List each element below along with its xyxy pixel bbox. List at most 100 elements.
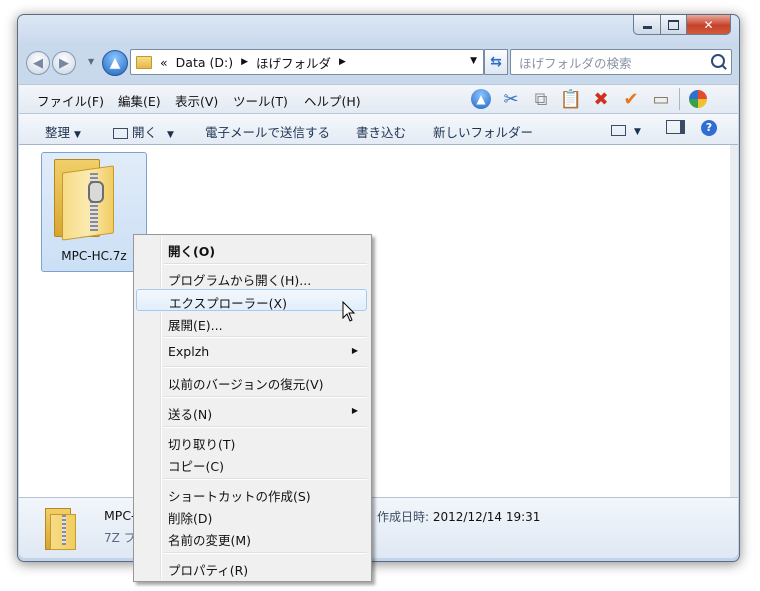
search-placeholder: ほげフォルダの検索 bbox=[519, 55, 632, 71]
chevron-right-icon[interactable]: ▶ bbox=[241, 57, 248, 67]
menu-item-label: Explzh bbox=[168, 344, 210, 359]
menu-item-open-with[interactable]: プログラムから開く(H)... bbox=[136, 267, 367, 289]
copy-icon[interactable]: ⧉ bbox=[529, 87, 553, 111]
minimize-icon bbox=[642, 26, 652, 29]
details-file-name: MPC- bbox=[104, 508, 136, 523]
organize-label: 整理 bbox=[45, 125, 71, 140]
menu-item-cut[interactable]: 切り取り(T) bbox=[136, 431, 367, 453]
created-value: 2012/12/14 19:31 bbox=[432, 510, 541, 524]
up-button[interactable]: ▲ bbox=[102, 50, 128, 76]
menu-item-open[interactable]: 開く(O) bbox=[136, 238, 367, 260]
menu-item-label: コピー(C) bbox=[168, 459, 224, 474]
minimize-button[interactable] bbox=[633, 15, 661, 35]
menu-separator bbox=[164, 263, 367, 265]
menu-item-label: プロパティ(R) bbox=[168, 563, 249, 578]
mouse-cursor-icon bbox=[342, 301, 356, 322]
preview-pane-icon bbox=[666, 120, 685, 134]
menu-help[interactable]: ヘルプ(H) bbox=[304, 91, 361, 110]
preview-pane-button[interactable] bbox=[666, 120, 685, 137]
chevron-right-icon[interactable]: ▶ bbox=[339, 57, 346, 67]
maximize-icon bbox=[668, 19, 679, 30]
menu-item-rename[interactable]: 名前の変更(M) bbox=[136, 527, 367, 549]
menu-item-properties[interactable]: プロパティ(R) bbox=[136, 557, 367, 579]
zip-archive-icon bbox=[45, 508, 76, 550]
up-arrow-icon: ▲ bbox=[109, 55, 121, 71]
chevron-down-icon: ▼ bbox=[167, 130, 174, 140]
menu-item-explorer[interactable]: エクスプローラー(X) bbox=[136, 289, 367, 311]
context-menu: 開く(O) プログラムから開く(H)... エクスプローラー(X) 展開(E).… bbox=[133, 234, 372, 582]
new-folder-button[interactable]: 新しいフォルダー bbox=[433, 122, 533, 141]
up-arrow-icon[interactable]: ▲ bbox=[469, 87, 493, 111]
details-pane: MPC- 7Z フ 作成日時: 2012/12/14 19:31 bbox=[19, 497, 738, 558]
change-view-button[interactable]: ▼ bbox=[611, 122, 641, 137]
back-arrow-icon: ◀ bbox=[33, 55, 43, 71]
menu-item-label: プログラムから開く(H)... bbox=[168, 273, 312, 288]
menu-item-label: 名前の変更(M) bbox=[168, 533, 252, 548]
properties-icon[interactable]: ▭ bbox=[649, 87, 673, 111]
menu-tools[interactable]: ツール(T) bbox=[233, 91, 288, 110]
created-label: 作成日時: bbox=[377, 510, 430, 524]
delete-icon[interactable]: ✖ bbox=[589, 87, 613, 111]
menu-edit[interactable]: 編集(E) bbox=[118, 91, 161, 110]
close-button[interactable]: ✕ bbox=[687, 15, 731, 35]
folder-icon bbox=[136, 55, 152, 69]
address-overflow[interactable]: « bbox=[160, 55, 168, 70]
open-button[interactable]: 開く ▼ bbox=[113, 122, 174, 141]
forward-arrow-icon: ▶ bbox=[59, 55, 69, 71]
file-name: MPC-HC.7z bbox=[61, 249, 127, 263]
breadcrumb-folder[interactable]: ほげフォルダ bbox=[256, 53, 331, 72]
search-icon[interactable] bbox=[711, 54, 725, 68]
recent-pages-dropdown[interactable]: ▼ bbox=[88, 57, 94, 66]
menu-item-label: 切り取り(T) bbox=[168, 437, 236, 452]
cut-icon[interactable]: ✂ bbox=[499, 87, 523, 111]
menu-separator bbox=[164, 366, 367, 368]
chevron-down-icon: ▼ bbox=[74, 130, 81, 140]
open-label: 開く bbox=[132, 125, 158, 140]
address-bar[interactable]: « Data (D:) ▶ ほげフォルダ ▶ ▼ bbox=[130, 49, 484, 75]
file-item[interactable]: MPC-HC.7z bbox=[41, 152, 147, 272]
menu-item-delete[interactable]: 削除(D) bbox=[136, 505, 367, 527]
menu-item-label: 開く(O) bbox=[168, 244, 216, 259]
menu-item-label: 送る(N) bbox=[168, 407, 213, 422]
check-icon[interactable]: ✔ bbox=[619, 87, 643, 111]
menu-item-label: 削除(D) bbox=[168, 511, 213, 526]
address-dropdown-icon[interactable]: ▼ bbox=[470, 56, 477, 66]
file-list-area[interactable]: MPC-HC.7z bbox=[19, 145, 738, 497]
menu-item-copy[interactable]: コピー(C) bbox=[136, 453, 367, 475]
window-controls: ✕ bbox=[633, 15, 731, 35]
organize-button[interactable]: 整理 ▼ bbox=[45, 122, 81, 141]
email-button[interactable]: 電子メールで送信する bbox=[205, 122, 330, 141]
menu-item-extract[interactable]: 展開(E)... bbox=[136, 312, 367, 334]
chevron-down-icon: ▼ bbox=[634, 127, 641, 137]
menu-view[interactable]: 表示(V) bbox=[175, 91, 218, 110]
submenu-arrow-icon: ▶ bbox=[351, 346, 358, 355]
menu-file[interactable]: ファイル(F) bbox=[37, 91, 104, 110]
menu-item-restore-previous[interactable]: 以前のバージョンの復元(V) bbox=[136, 371, 367, 393]
details-file-type: 7Z フ bbox=[104, 531, 136, 545]
help-button[interactable]: ? bbox=[701, 119, 717, 136]
explorer-window: ✕ ◀ ▶ ▼ ▲ « Data (D:) ▶ ほげフォルダ ▶ ▼ ⇆ ほげフ… bbox=[17, 14, 740, 562]
menu-separator bbox=[164, 396, 367, 398]
menu-item-create-shortcut[interactable]: ショートカットの作成(S) bbox=[136, 483, 367, 505]
menu-item-label: エクスプローラー(X) bbox=[169, 296, 287, 311]
command-bar: 整理 ▼ 開く ▼ 電子メールで送信する 書き込む 新しいフォルダー ▼ ? bbox=[19, 114, 738, 145]
toolbar-divider bbox=[679, 88, 680, 110]
navigation-row: ◀ ▶ ▼ ▲ « Data (D:) ▶ ほげフォルダ ▶ ▼ ⇆ ほげフォル… bbox=[26, 48, 732, 76]
paste-icon[interactable]: 📋 bbox=[559, 87, 583, 111]
refresh-button[interactable]: ⇆ bbox=[484, 49, 508, 75]
maximize-button[interactable] bbox=[661, 15, 687, 35]
details-created: 作成日時: 2012/12/14 19:31 bbox=[377, 508, 540, 525]
refresh-icon: ⇆ bbox=[490, 54, 502, 70]
views-icon[interactable] bbox=[686, 87, 710, 111]
scrollbar[interactable] bbox=[730, 145, 738, 497]
toolbar-icons: ▲ ✂ ⧉ 📋 ✖ ✔ ▭ bbox=[469, 86, 710, 112]
breadcrumb-drive[interactable]: Data (D:) bbox=[176, 55, 233, 70]
menu-item-send-to[interactable]: 送る(N) ▶ bbox=[136, 401, 367, 423]
burn-button[interactable]: 書き込む bbox=[356, 122, 406, 141]
search-input[interactable]: ほげフォルダの検索 bbox=[510, 49, 732, 75]
back-button[interactable]: ◀ bbox=[26, 51, 50, 75]
menu-separator bbox=[164, 552, 367, 554]
menu-item-explzh[interactable]: Explzh ▶ bbox=[136, 341, 367, 363]
menu-separator bbox=[164, 426, 367, 428]
forward-button[interactable]: ▶ bbox=[52, 51, 76, 75]
